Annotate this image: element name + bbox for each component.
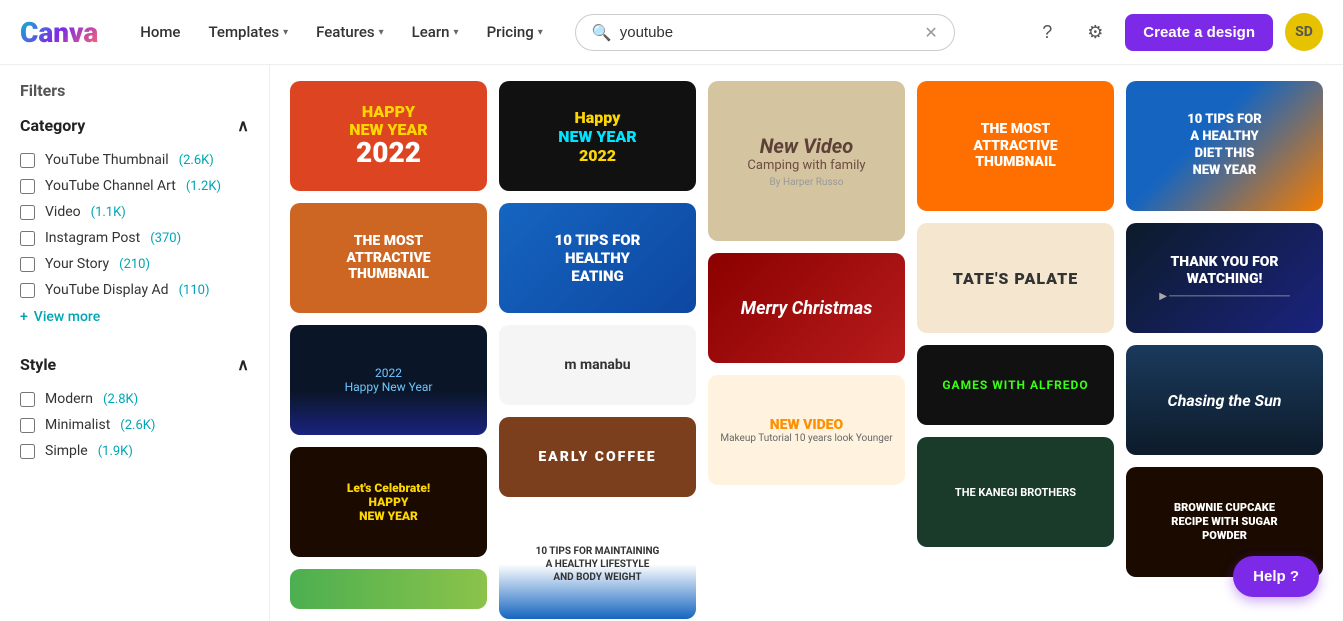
- filter-instagram-post-checkbox[interactable]: [20, 231, 35, 246]
- template-games-alfredo[interactable]: GAMES WITH ALFREDO: [917, 345, 1114, 425]
- chevron-down-icon: ▾: [283, 27, 288, 38]
- grid-col-4: THE MOSTATTRACTIVETHUMBNAIL TATE'S PALAT…: [917, 81, 1114, 621]
- filter-video[interactable]: Video (1.1K): [20, 199, 249, 225]
- style-filter: Style ∧ Modern (2.8K) Minimalist (2.6K) …: [20, 355, 249, 464]
- collapse-icon: ∧: [237, 116, 249, 135]
- search-bar: 🔍 ✕: [575, 14, 955, 51]
- canva-logo[interactable]: Canva: [20, 16, 98, 49]
- template-tates-palate[interactable]: TATE'S PALATE: [917, 223, 1114, 333]
- chevron-down-icon: ▾: [379, 27, 384, 38]
- filter-video-checkbox[interactable]: [20, 205, 35, 220]
- nav-pricing[interactable]: Pricing ▾: [475, 15, 555, 49]
- grid-col-2: HappyNEW YEAR2022 10 TIPS FORHEALTHYEATI…: [499, 81, 696, 621]
- filter-youtube-thumbnail[interactable]: YouTube Thumbnail (2.6K): [20, 147, 249, 173]
- search-icon: 🔍: [592, 23, 612, 42]
- template-manabu[interactable]: m manabu: [499, 325, 696, 405]
- help-button[interactable]: Help ?: [1233, 556, 1319, 597]
- page-body: Filters Category ∧ YouTube Thumbnail (2.…: [0, 65, 1343, 621]
- main-nav: Home Templates ▾ Features ▾ Learn ▾ Pric…: [128, 15, 555, 49]
- nav-learn[interactable]: Learn ▾: [400, 15, 471, 49]
- filter-youtube-display-ad[interactable]: YouTube Display Ad (110): [20, 277, 249, 303]
- help-icon-btn[interactable]: ?: [1029, 14, 1065, 50]
- header-actions: ? ⚙ Create a design SD: [1029, 13, 1323, 51]
- template-grid: HAPPYNEW YEAR2022 THE MOSTATTRACTIVETHUM…: [290, 81, 1323, 621]
- template-thank-you-watching[interactable]: THANK YOU FORWATCHING! ▶ ───────────────…: [1126, 223, 1323, 333]
- clear-icon[interactable]: ✕: [924, 23, 937, 42]
- filter-simple[interactable]: Simple (1.9K): [20, 438, 249, 464]
- filter-your-story[interactable]: Your Story (210): [20, 251, 249, 277]
- sidebar: Filters Category ∧ YouTube Thumbnail (2.…: [0, 65, 270, 621]
- sidebar-title: Filters: [20, 81, 249, 100]
- main-content: HAPPYNEW YEAR2022 THE MOSTATTRACTIVETHUM…: [270, 65, 1343, 621]
- search-input[interactable]: [620, 24, 917, 41]
- grid-col-3: New Video Camping with family By Harper …: [708, 81, 905, 621]
- template-kanegi-brothers[interactable]: THE KANEGI BROTHERS: [917, 437, 1114, 547]
- template-health-body[interactable]: 10 TIPS FOR MAINTAININGA HEALTHY LIFESTY…: [499, 509, 696, 619]
- collapse-icon: ∧: [237, 355, 249, 374]
- filter-your-story-checkbox[interactable]: [20, 257, 35, 272]
- settings-icon-btn[interactable]: ⚙: [1077, 14, 1113, 50]
- grid-col-5: 10 TIPS FORA HEALTHYDIET THISNEW YEAR TH…: [1126, 81, 1323, 621]
- template-happy-ny-bokeh[interactable]: Let's Celebrate!HAPPYNEW YEAR: [290, 447, 487, 557]
- template-most-attractive-orange[interactable]: THE MOSTATTRACTIVETHUMBNAIL: [290, 203, 487, 313]
- template-camping-new-video[interactable]: New Video Camping with family By Harper …: [708, 81, 905, 241]
- view-more-button[interactable]: + View more: [20, 303, 249, 331]
- template-green-strip-1[interactable]: [290, 569, 487, 609]
- template-new-video-makeup[interactable]: NEW VIDEO Makeup Tutorial 10 years look …: [708, 375, 905, 485]
- template-happy-new-year-red[interactable]: HAPPYNEW YEAR2022: [290, 81, 487, 191]
- template-2022-dark[interactable]: 2022Happy New Year: [290, 325, 487, 435]
- filter-youtube-channel-art-checkbox[interactable]: [20, 179, 35, 194]
- filter-modern-checkbox[interactable]: [20, 392, 35, 407]
- template-happy-ny-black[interactable]: HappyNEW YEAR2022: [499, 81, 696, 191]
- filter-youtube-thumbnail-checkbox[interactable]: [20, 153, 35, 168]
- template-10tips-diet-new-year[interactable]: 10 TIPS FORA HEALTHYDIET THISNEW YEAR: [1126, 81, 1323, 211]
- filter-youtube-channel-art[interactable]: YouTube Channel Art (1.2K): [20, 173, 249, 199]
- template-chasing-sun[interactable]: Chasing the Sun: [1126, 345, 1323, 455]
- chevron-down-icon: ▾: [538, 27, 543, 38]
- template-10tips-healthy[interactable]: 10 TIPS FORHEALTHYEATING: [499, 203, 696, 313]
- avatar[interactable]: SD: [1285, 13, 1323, 51]
- plus-icon: +: [20, 309, 28, 325]
- filter-minimalist[interactable]: Minimalist (2.6K): [20, 412, 249, 438]
- filter-simple-checkbox[interactable]: [20, 444, 35, 459]
- filter-instagram-post[interactable]: Instagram Post (370): [20, 225, 249, 251]
- category-filter-header[interactable]: Category ∧: [20, 116, 249, 135]
- chevron-down-icon: ▾: [454, 27, 459, 38]
- template-merry-christmas[interactable]: Merry Christmas: [708, 253, 905, 363]
- template-most-attractive-2[interactable]: THE MOSTATTRACTIVETHUMBNAIL: [917, 81, 1114, 211]
- header: Canva Home Templates ▾ Features ▾ Learn …: [0, 0, 1343, 65]
- nav-features[interactable]: Features ▾: [304, 15, 396, 49]
- category-filter: Category ∧ YouTube Thumbnail (2.6K) YouT…: [20, 116, 249, 331]
- nav-templates[interactable]: Templates ▾: [196, 15, 300, 49]
- nav-home[interactable]: Home: [128, 15, 192, 49]
- filter-minimalist-checkbox[interactable]: [20, 418, 35, 433]
- grid-col-1: HAPPYNEW YEAR2022 THE MOSTATTRACTIVETHUM…: [290, 81, 487, 621]
- template-early-coffee[interactable]: EARLY COFFEE: [499, 417, 696, 497]
- style-filter-header[interactable]: Style ∧: [20, 355, 249, 374]
- filter-modern[interactable]: Modern (2.8K): [20, 386, 249, 412]
- create-design-button[interactable]: Create a design: [1125, 14, 1273, 51]
- filter-youtube-display-ad-checkbox[interactable]: [20, 283, 35, 298]
